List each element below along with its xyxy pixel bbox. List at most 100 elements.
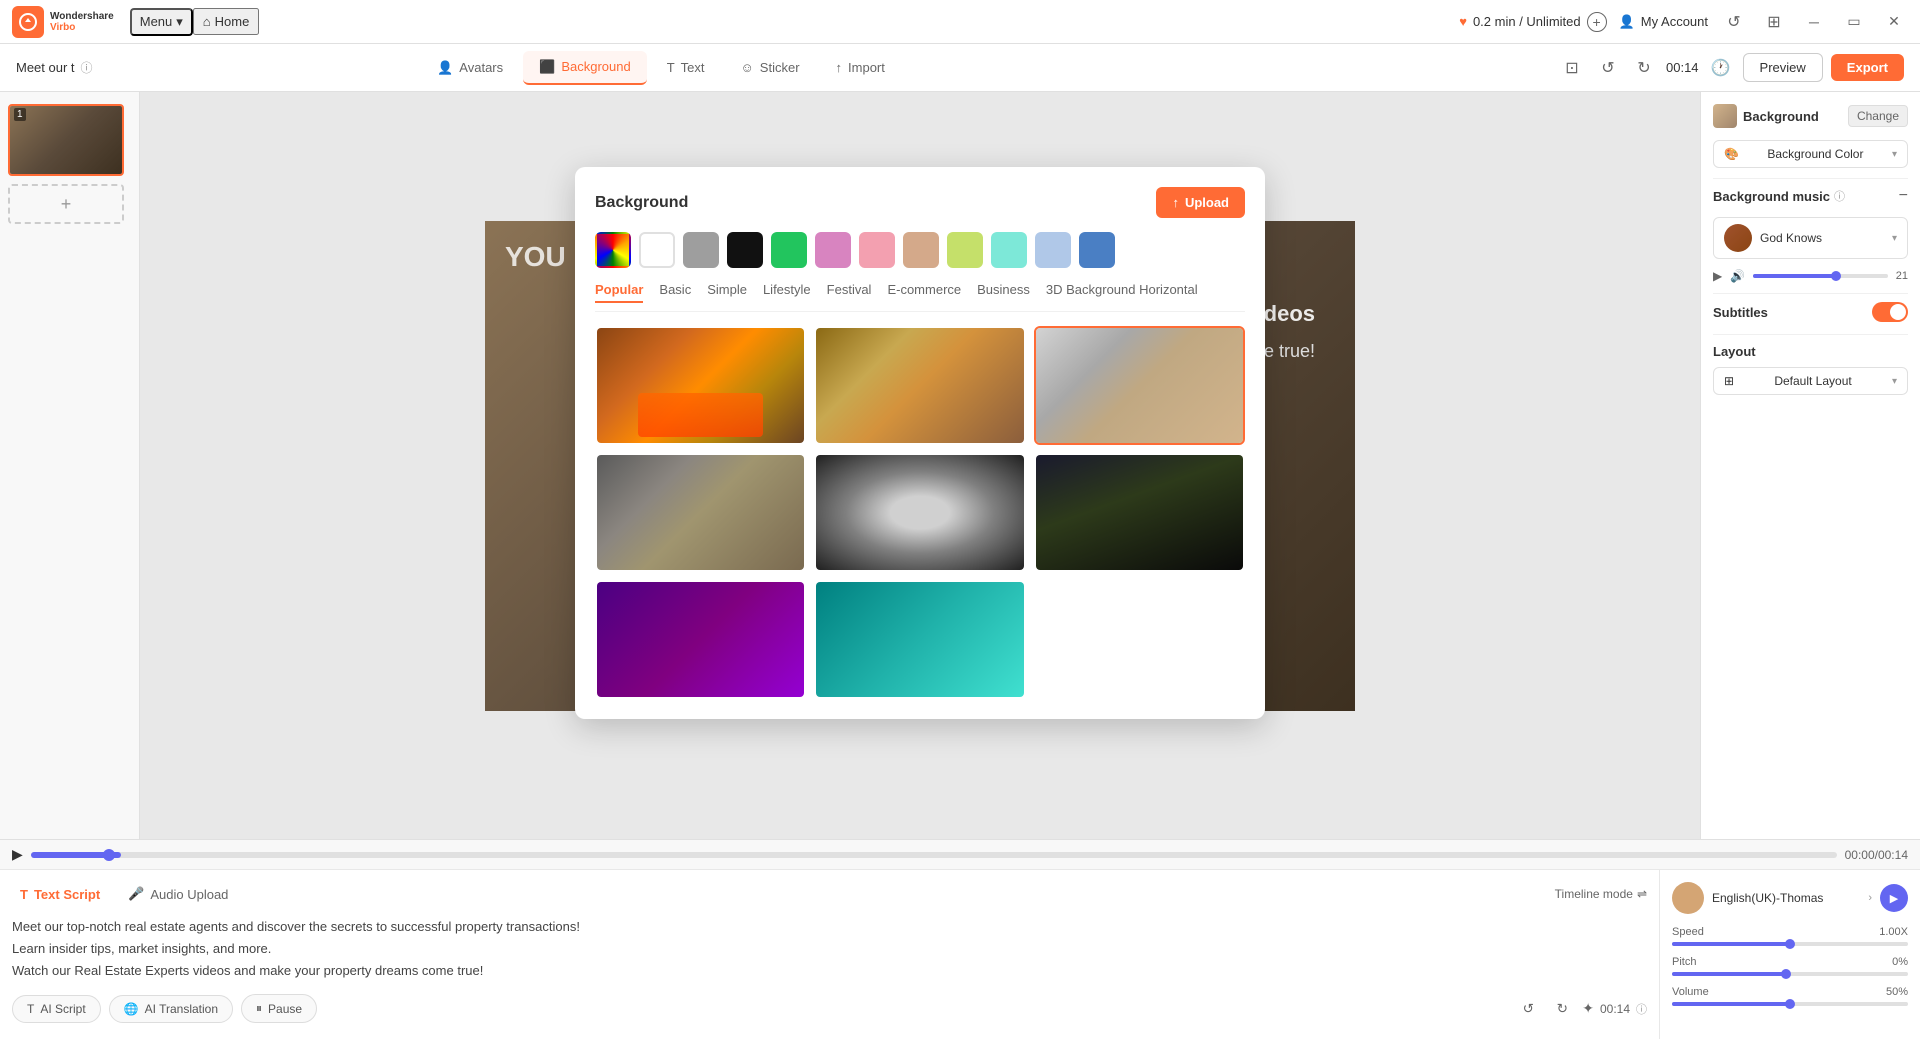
account-button[interactable]: 👤 My Account [1619, 14, 1708, 30]
cat-festival[interactable]: Festival [827, 282, 872, 303]
swatch-teal[interactable] [991, 232, 1027, 268]
bg-thumb-8[interactable] [814, 580, 1025, 699]
tab-background[interactable]: ⬛ Background [523, 51, 647, 85]
swatch-blue[interactable] [1079, 232, 1115, 268]
bg-thumb-7[interactable] [595, 580, 806, 699]
bg-thumb-4[interactable] [595, 453, 806, 572]
tab-text-label: Text [681, 60, 705, 75]
project-info: Meet our t ⓘ [16, 59, 93, 76]
swatch-light-blue[interactable] [1035, 232, 1071, 268]
voice-volume-value: 50% [1886, 986, 1908, 998]
tab-sticker[interactable]: ☺ Sticker [725, 52, 816, 83]
tab-text[interactable]: T Text [651, 52, 721, 83]
restore-button[interactable]: ▭ [1840, 8, 1868, 36]
slide-number: 1 [14, 108, 26, 121]
layout-dropdown[interactable]: ⊞ Default Layout ▾ [1713, 367, 1908, 395]
minimize-button[interactable]: ─ [1800, 8, 1828, 36]
cat-business[interactable]: Business [977, 282, 1030, 303]
minimize-music-button[interactable]: − [1899, 187, 1908, 205]
swatch-green[interactable] [771, 232, 807, 268]
tab-avatars[interactable]: 👤 Avatars [421, 52, 519, 84]
pause-button[interactable]: ⏸ Pause [241, 994, 317, 1023]
tab-import[interactable]: ↑ Import [820, 52, 901, 83]
cat-ecommerce[interactable]: E-commerce [887, 282, 961, 303]
cat-popular[interactable]: Popular [595, 282, 643, 303]
upload-button[interactable]: ↑ Upload [1156, 187, 1245, 218]
script-actions: T AI Script 🌐 AI Translation ⏸ Pause ↺ ↻… [12, 994, 1647, 1023]
swatch-black[interactable] [727, 232, 763, 268]
pause-icon: ⏸ [256, 1001, 262, 1016]
add-slide-button[interactable]: + [8, 184, 124, 224]
script-undo-button[interactable]: ↺ [1514, 995, 1542, 1023]
canvas-area: YOU Estate Experts videos dreams come tr… [140, 92, 1700, 839]
slide-1[interactable]: 1 [8, 104, 124, 176]
timeline-track[interactable] [31, 852, 1837, 858]
bg-color-icon: 🎨 [1724, 147, 1739, 161]
cat-simple[interactable]: Simple [707, 282, 747, 303]
main-tabs: 👤 Avatars ⬛ Background T Text ☺ Sticker … [421, 51, 901, 85]
clock-icon: 🕐 [1707, 54, 1735, 82]
bg-thumb-2[interactable] [814, 326, 1025, 445]
audio-upload-label: Audio Upload [150, 887, 228, 902]
main-layout: 1 + YOU Estate Experts videos dreams com… [0, 92, 1920, 839]
swatch-white[interactable] [639, 232, 675, 268]
pitch-slider[interactable] [1672, 972, 1908, 976]
swatch-pink-light[interactable] [815, 232, 851, 268]
home-button[interactable]: ⌂ Home [193, 8, 260, 35]
screenshot-button[interactable]: ⊡ [1558, 54, 1586, 82]
swatch-yellow-green[interactable] [947, 232, 983, 268]
timeline-time: 00:00/00:14 [1845, 848, 1908, 862]
bg-thumb-1[interactable] [595, 326, 806, 445]
music-controls: ▶ 🔊 21 [1713, 267, 1908, 285]
ai-script-button[interactable]: T AI Script [12, 995, 101, 1023]
right-panel-title: Background [1713, 104, 1819, 128]
bg-thumb-5[interactable] [814, 453, 1025, 572]
swatch-gradient[interactable] [595, 232, 631, 268]
voice-volume-slider[interactable] [1672, 1002, 1908, 1006]
bg-thumb-6[interactable] [1034, 453, 1245, 572]
ai-translation-icon: 🌐 [124, 1002, 139, 1016]
swatch-gray[interactable] [683, 232, 719, 268]
voice-play-button[interactable]: ▶ [1880, 884, 1908, 912]
history-button[interactable]: ↺ [1720, 8, 1748, 36]
grid-button[interactable]: ⊞ [1760, 8, 1788, 36]
bg-color-dropdown[interactable]: 🎨 Background Color ▾ [1713, 140, 1908, 168]
swatch-beige[interactable] [903, 232, 939, 268]
music-play-button[interactable]: ▶ [1713, 269, 1722, 283]
audio-upload-tab[interactable]: 🎤 Audio Upload [120, 882, 236, 906]
ai-translation-button[interactable]: 🌐 AI Translation [109, 995, 233, 1023]
timeline-play-button[interactable]: ▶ [12, 846, 23, 863]
preview-button[interactable]: Preview [1743, 53, 1823, 82]
undo-button[interactable]: ↺ [1594, 54, 1622, 82]
export-button[interactable]: Export [1831, 54, 1904, 81]
time-display: 00:14 [1666, 60, 1699, 75]
speed-slider[interactable] [1672, 942, 1908, 946]
script-area: T Text Script 🎤 Audio Upload Timeline mo… [0, 870, 1920, 1039]
speed-label-row: Speed 1.00X [1672, 926, 1908, 938]
close-button[interactable]: ✕ [1880, 8, 1908, 36]
volume-slider[interactable] [1753, 274, 1888, 278]
tab-avatars-label: Avatars [459, 60, 503, 75]
text-script-tab[interactable]: T Text Script [12, 883, 108, 906]
timeline-mode-button[interactable]: Timeline mode ⇌ [1555, 887, 1647, 901]
cat-3d[interactable]: 3D Background Horizontal [1046, 282, 1198, 303]
subtitles-toggle[interactable] [1872, 302, 1908, 322]
menu-button[interactable]: Menu ▾ [130, 8, 193, 36]
top-bar: Wondershare Virbo Menu ▾ ⌂ Home ♥ 0.2 mi… [0, 0, 1920, 44]
bg-thumb-3[interactable] [1034, 326, 1245, 445]
account-icon: 👤 [1619, 14, 1635, 30]
subtitles-row: Subtitles [1713, 302, 1908, 322]
script-redo-button[interactable]: ↻ [1548, 995, 1576, 1023]
change-button[interactable]: Change [1848, 105, 1908, 127]
credits-text: 0.2 min / Unlimited [1473, 14, 1581, 29]
slides-panel: 1 + [0, 92, 140, 839]
cat-basic[interactable]: Basic [659, 282, 691, 303]
redo-button[interactable]: ↻ [1630, 54, 1658, 82]
add-credits-button[interactable]: + [1587, 12, 1607, 32]
swatch-pink[interactable] [859, 232, 895, 268]
color-swatches [595, 232, 1245, 268]
bottom-section: ▶ 00:00/00:14 T Text Script 🎤 Audio Uplo… [0, 839, 1920, 1039]
logo-name1: Wondershare [50, 11, 114, 22]
layout-icon: ⊞ [1724, 374, 1734, 388]
cat-lifestyle[interactable]: Lifestyle [763, 282, 811, 303]
